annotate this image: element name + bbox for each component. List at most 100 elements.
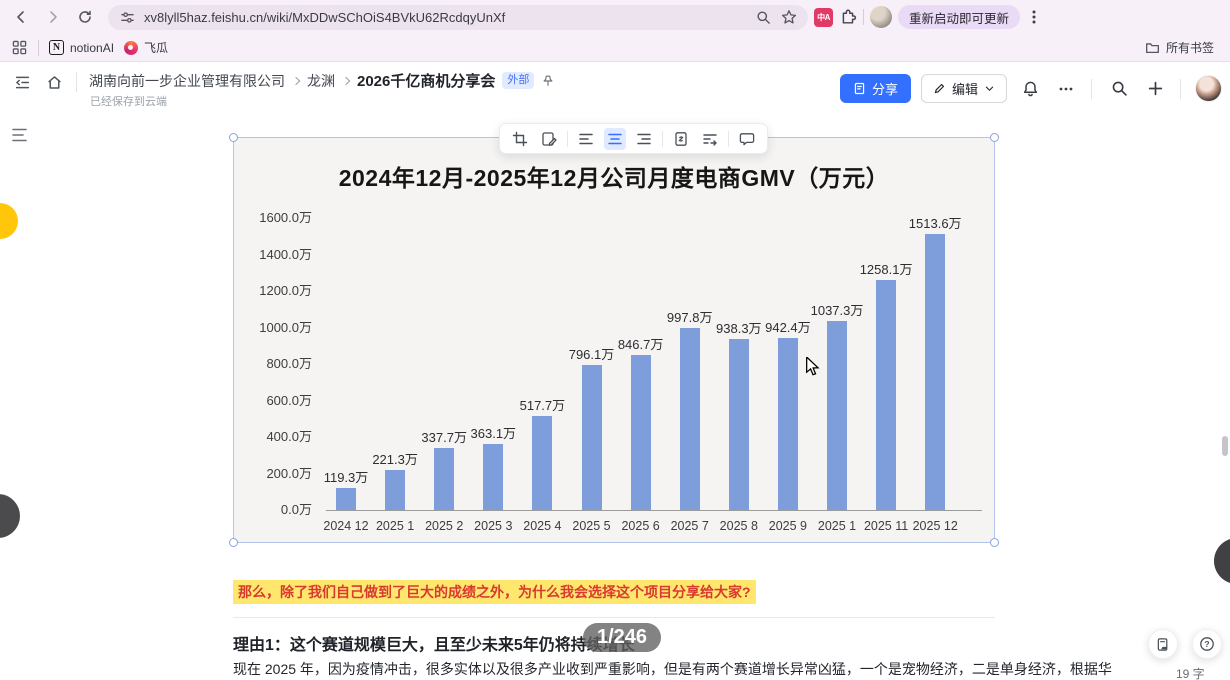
chart-image-block[interactable]: 2024年12月-2025年12月公司月度电商GMV（万元） 0.0万 200.0… [229,133,999,547]
url-text[interactable]: xv8lyll5haz.feishu.cn/wiki/MxDDwSChOiS4B… [144,10,746,25]
user-avatar[interactable] [1195,75,1222,102]
bar-value-label: 517.7万 [519,397,566,413]
translate-extension-icon[interactable]: 中A [814,7,833,27]
outline-menu-icon[interactable] [12,128,30,147]
home-icon[interactable] [42,70,66,94]
comment-icon[interactable] [736,128,758,150]
bar [679,327,700,510]
reason-heading[interactable]: 理由1：这个赛道规模巨大，且至少未来5年仍将持续增长 [233,631,635,655]
edit-button[interactable]: 编辑 [920,74,1007,103]
extensions-icon[interactable] [839,8,857,26]
pencil-icon [934,83,945,94]
breadcrumb-item-company[interactable]: 湖南向前一步企业管理有限公司 [89,71,285,91]
selection-handle[interactable] [229,538,238,547]
y-axis-tick-label: 200.0万 [266,465,312,481]
selection-handle[interactable] [229,133,238,142]
divider [567,130,568,147]
bar-value-label: 1513.6万 [908,215,962,231]
bookmark-notionai[interactable]: N notionAI [49,40,114,55]
align-center-icon[interactable] [604,127,626,150]
divider [728,130,729,147]
crop-icon[interactable] [509,128,531,150]
copy-link-icon[interactable] [670,128,692,150]
external-badge: 外部 [502,72,535,89]
divider [76,72,77,92]
share-button[interactable]: 分享 [839,74,911,103]
breadcrumb-item-space[interactable]: 龙渊 [307,71,335,91]
bar-value-label: 942.4万 [765,320,811,335]
catalog-icon [1157,637,1167,651]
page-title[interactable]: 2026千亿商机分享会 [357,70,495,91]
floating-bubble-yellow[interactable] [0,203,18,239]
site-settings-icon[interactable] [118,8,136,26]
search-icon[interactable] [1106,76,1132,102]
address-bar[interactable]: xv8lyll5haz.feishu.cn/wiki/MxDDwSChOiS4B… [108,4,808,30]
browser-profile-avatar[interactable] [870,6,892,28]
chevron-right-icon [341,76,351,85]
body-paragraph[interactable]: 现在 2025 年，因为疫情冲击，很多实体以及很多产业收到严重影响，但是有两个赛… [233,660,1218,679]
reload-icon[interactable] [72,4,98,30]
breadcrumb: 湖南向前一步企业管理有限公司 龙渊 2026千亿商机分享会 外部 [89,70,555,91]
bar-value-label: 119.3万 [323,470,369,486]
share-doc-icon [854,82,865,95]
bookmark-label: notionAI [70,40,115,55]
help-button[interactable]: ? [1192,629,1222,659]
save-status: 已经保存到云端 [90,96,167,108]
selection-handle[interactable] [990,133,999,142]
scrollbar-thumb[interactable] [1222,436,1228,456]
y-axis-tick-label: 0.0万 [280,502,312,517]
sidebar-toggle-icon[interactable] [10,70,34,94]
divider [233,617,995,618]
bar-value-label: 846.7万 [617,337,664,353]
notifications-bell-icon[interactable] [1017,76,1043,102]
annotate-icon[interactable] [538,128,560,150]
bar [483,443,504,510]
chevron-down-icon [985,86,994,91]
bar [728,338,749,510]
bar-value-label: 1258.1万 [859,262,913,278]
x-axis-tick-label: 2025 12 [912,519,958,533]
forward-icon[interactable] [40,4,66,30]
create-new-icon[interactable] [1142,76,1168,102]
bar [385,469,406,510]
highlighted-text[interactable]: 那么，除了我们自己做到了巨大的成绩之外，为什么我会选择这个项目分享给大家? [233,580,756,604]
divider [662,130,663,147]
convert-to-icon[interactable] [699,128,721,150]
bookmarks-bar: N notionAI 飞瓜 所有书签 [0,34,1230,62]
bar [876,280,897,510]
align-left-icon[interactable] [575,128,597,150]
back-icon[interactable] [8,4,34,30]
document-canvas: 2024年12月-2025年12月公司月度电商GMV（万元） 0.0万 200.0… [0,114,1230,680]
browser-update-button[interactable]: 重新启动即可更新 [898,5,1021,29]
svg-text:?: ? [1204,639,1209,649]
pin-icon[interactable] [541,74,555,88]
feigua-favicon [124,40,139,55]
screen: xv8lyll5haz.feishu.cn/wiki/MxDDwSChOiS4B… [0,0,1230,680]
bookmark-star-icon[interactable] [780,8,798,26]
chevron-right-icon [291,76,301,85]
browser-menu-icon[interactable] [1026,4,1042,30]
y-axis-tick-label: 1000.0万 [259,319,312,335]
selection-handle[interactable] [990,538,999,547]
y-axis-tick-label: 1200.0万 [259,283,312,298]
floating-bubble-right[interactable] [1214,538,1230,584]
word-count: 19 字 [1176,667,1205,680]
divider [863,9,864,25]
bar [827,320,847,510]
bar [777,338,798,510]
more-actions-icon[interactable] [1053,76,1079,102]
align-right-icon[interactable] [633,128,655,150]
question-icon: ? [1200,637,1214,651]
all-bookmarks-button[interactable]: 所有书签 [1145,39,1220,56]
all-bookmarks-label: 所有书签 [1165,41,1214,55]
chart-plot: 0.0万 200.0万 400.0万 600.0万 800.0万 1000.0万 1200.… [234,138,994,542]
zoom-icon[interactable] [754,8,772,26]
floating-bubble-left[interactable] [0,494,20,538]
apps-grid-icon[interactable] [10,39,28,57]
divider [1180,78,1181,99]
bar-value-label: 363.1万 [470,425,517,441]
bookmark-feigua[interactable]: 飞瓜 [124,39,168,56]
catalog-button[interactable] [1148,629,1178,659]
bar-value-label: 1037.3万 [810,302,864,318]
y-axis-tick-label: 1600.0万 [259,210,312,225]
